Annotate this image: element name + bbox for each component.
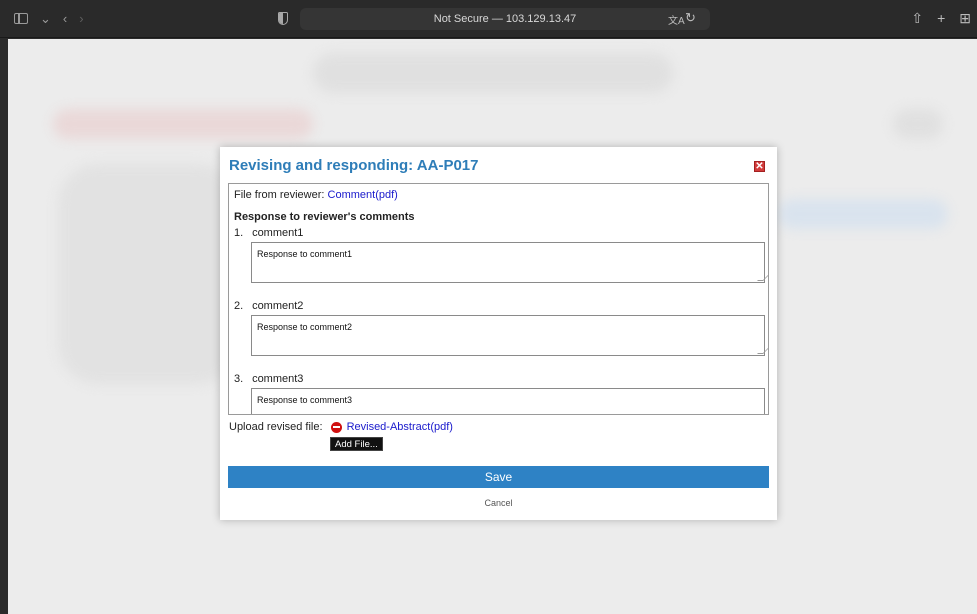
- response-value: Response to comment3: [257, 395, 353, 405]
- forward-icon[interactable]: ›: [79, 12, 83, 25]
- comment-text: comment3: [252, 373, 304, 385]
- remove-file-icon[interactable]: [330, 421, 342, 433]
- section-heading: Response to reviewer's comments: [234, 211, 415, 223]
- blurred-button: [893, 109, 943, 139]
- sidebar-icon[interactable]: [14, 13, 28, 24]
- comment-label: 3. comment3: [234, 373, 303, 385]
- new-tab-icon[interactable]: +: [937, 10, 945, 27]
- save-button[interactable]: Save: [228, 466, 769, 488]
- browser-toolbar: ⌄ ‹ › Not Secure — 103.129.13.47 文A ↻ ⇧ …: [0, 0, 977, 38]
- add-file-button[interactable]: Add File...: [330, 437, 383, 451]
- shield-icon[interactable]: [278, 12, 288, 25]
- close-icon[interactable]: ✕: [754, 161, 765, 172]
- back-icon[interactable]: ‹: [63, 12, 67, 25]
- reviewer-file-label: File from reviewer:: [234, 189, 325, 201]
- share-icon[interactable]: ⇧: [911, 10, 923, 27]
- translate-icon[interactable]: 文A: [668, 12, 685, 27]
- response-value: Response to comment1: [257, 249, 353, 259]
- tab-overview-icon[interactable]: ⊞: [959, 10, 971, 27]
- blurred-field: [778, 199, 948, 229]
- comment-label: 2. comment2: [234, 300, 303, 312]
- comment-text: comment2: [252, 300, 304, 312]
- comment-number: 3.: [234, 373, 244, 385]
- browser-nav: ⌄ ‹ ›: [14, 12, 84, 25]
- upload-label: Upload revised file:: [229, 421, 323, 433]
- blurred-panel: [58, 164, 238, 384]
- comment-label: 1. comment1: [234, 227, 303, 239]
- comment-text: comment1: [252, 227, 304, 239]
- reload-icon[interactable]: ↻: [685, 10, 696, 26]
- resize-grip-icon[interactable]: [757, 275, 768, 281]
- upload-row: Upload revised file: Revised-Abstract(pd…: [229, 421, 453, 433]
- reviewer-file-row: File from reviewer: Comment(pdf): [234, 189, 398, 201]
- reviewer-file-link[interactable]: Comment(pdf): [328, 189, 398, 201]
- response-value: Response to comment2: [257, 322, 353, 332]
- comment-number: 2.: [234, 300, 244, 312]
- response-textarea[interactable]: Response to comment2: [251, 315, 768, 356]
- dialog-title: Revising and responding: AA-P017: [229, 157, 479, 174]
- revise-dialog: Revising and responding: AA-P017 ✕ File …: [220, 147, 777, 520]
- uploaded-file-link[interactable]: Revised-Abstract(pdf): [347, 421, 453, 433]
- comment-number: 1.: [234, 227, 244, 239]
- blurred-header: [313, 53, 673, 93]
- response-textarea[interactable]: Response to comment1: [251, 242, 768, 283]
- cancel-link[interactable]: Cancel: [228, 498, 769, 508]
- resize-grip-icon[interactable]: [757, 348, 768, 354]
- response-textarea[interactable]: Response to comment3: [251, 388, 765, 414]
- browser-right-tools: ⇧ + ⊞: [911, 10, 971, 27]
- comments-scroll-area[interactable]: File from reviewer: Comment(pdf) Respons…: [228, 183, 769, 415]
- chevron-down-icon[interactable]: ⌄: [40, 12, 51, 25]
- blurred-tab: [53, 109, 313, 139]
- address-bar[interactable]: Not Secure — 103.129.13.47: [300, 8, 710, 30]
